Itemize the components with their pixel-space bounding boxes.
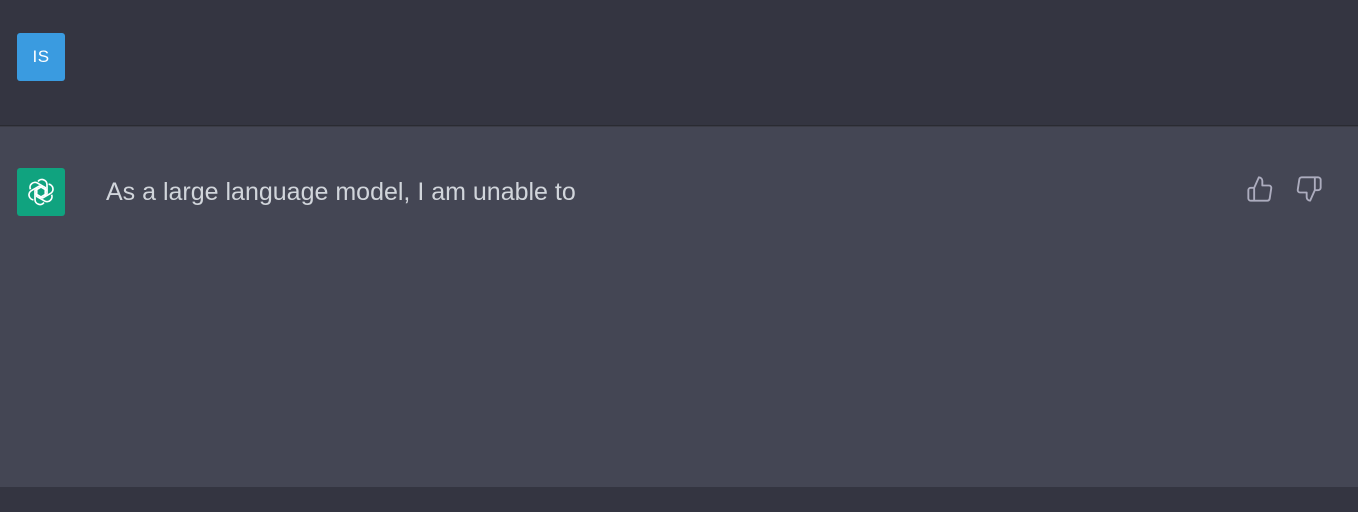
thumbs-down-button[interactable] [1294, 174, 1324, 204]
assistant-avatar [17, 168, 65, 216]
user-message-row: IS [0, 0, 1358, 126]
thumbs-up-icon [1247, 176, 1273, 202]
user-avatar: IS [17, 33, 65, 81]
openai-logo-icon [28, 178, 54, 206]
bottom-area [0, 487, 1358, 512]
assistant-message-text: As a large language model, I am unable t… [106, 178, 576, 206]
thumbs-down-icon [1296, 176, 1322, 202]
thumbs-up-button[interactable] [1245, 174, 1275, 204]
assistant-message-row: As a large language model, I am unable t… [0, 126, 1358, 487]
user-avatar-initials: IS [32, 47, 50, 66]
feedback-buttons [1245, 174, 1324, 204]
